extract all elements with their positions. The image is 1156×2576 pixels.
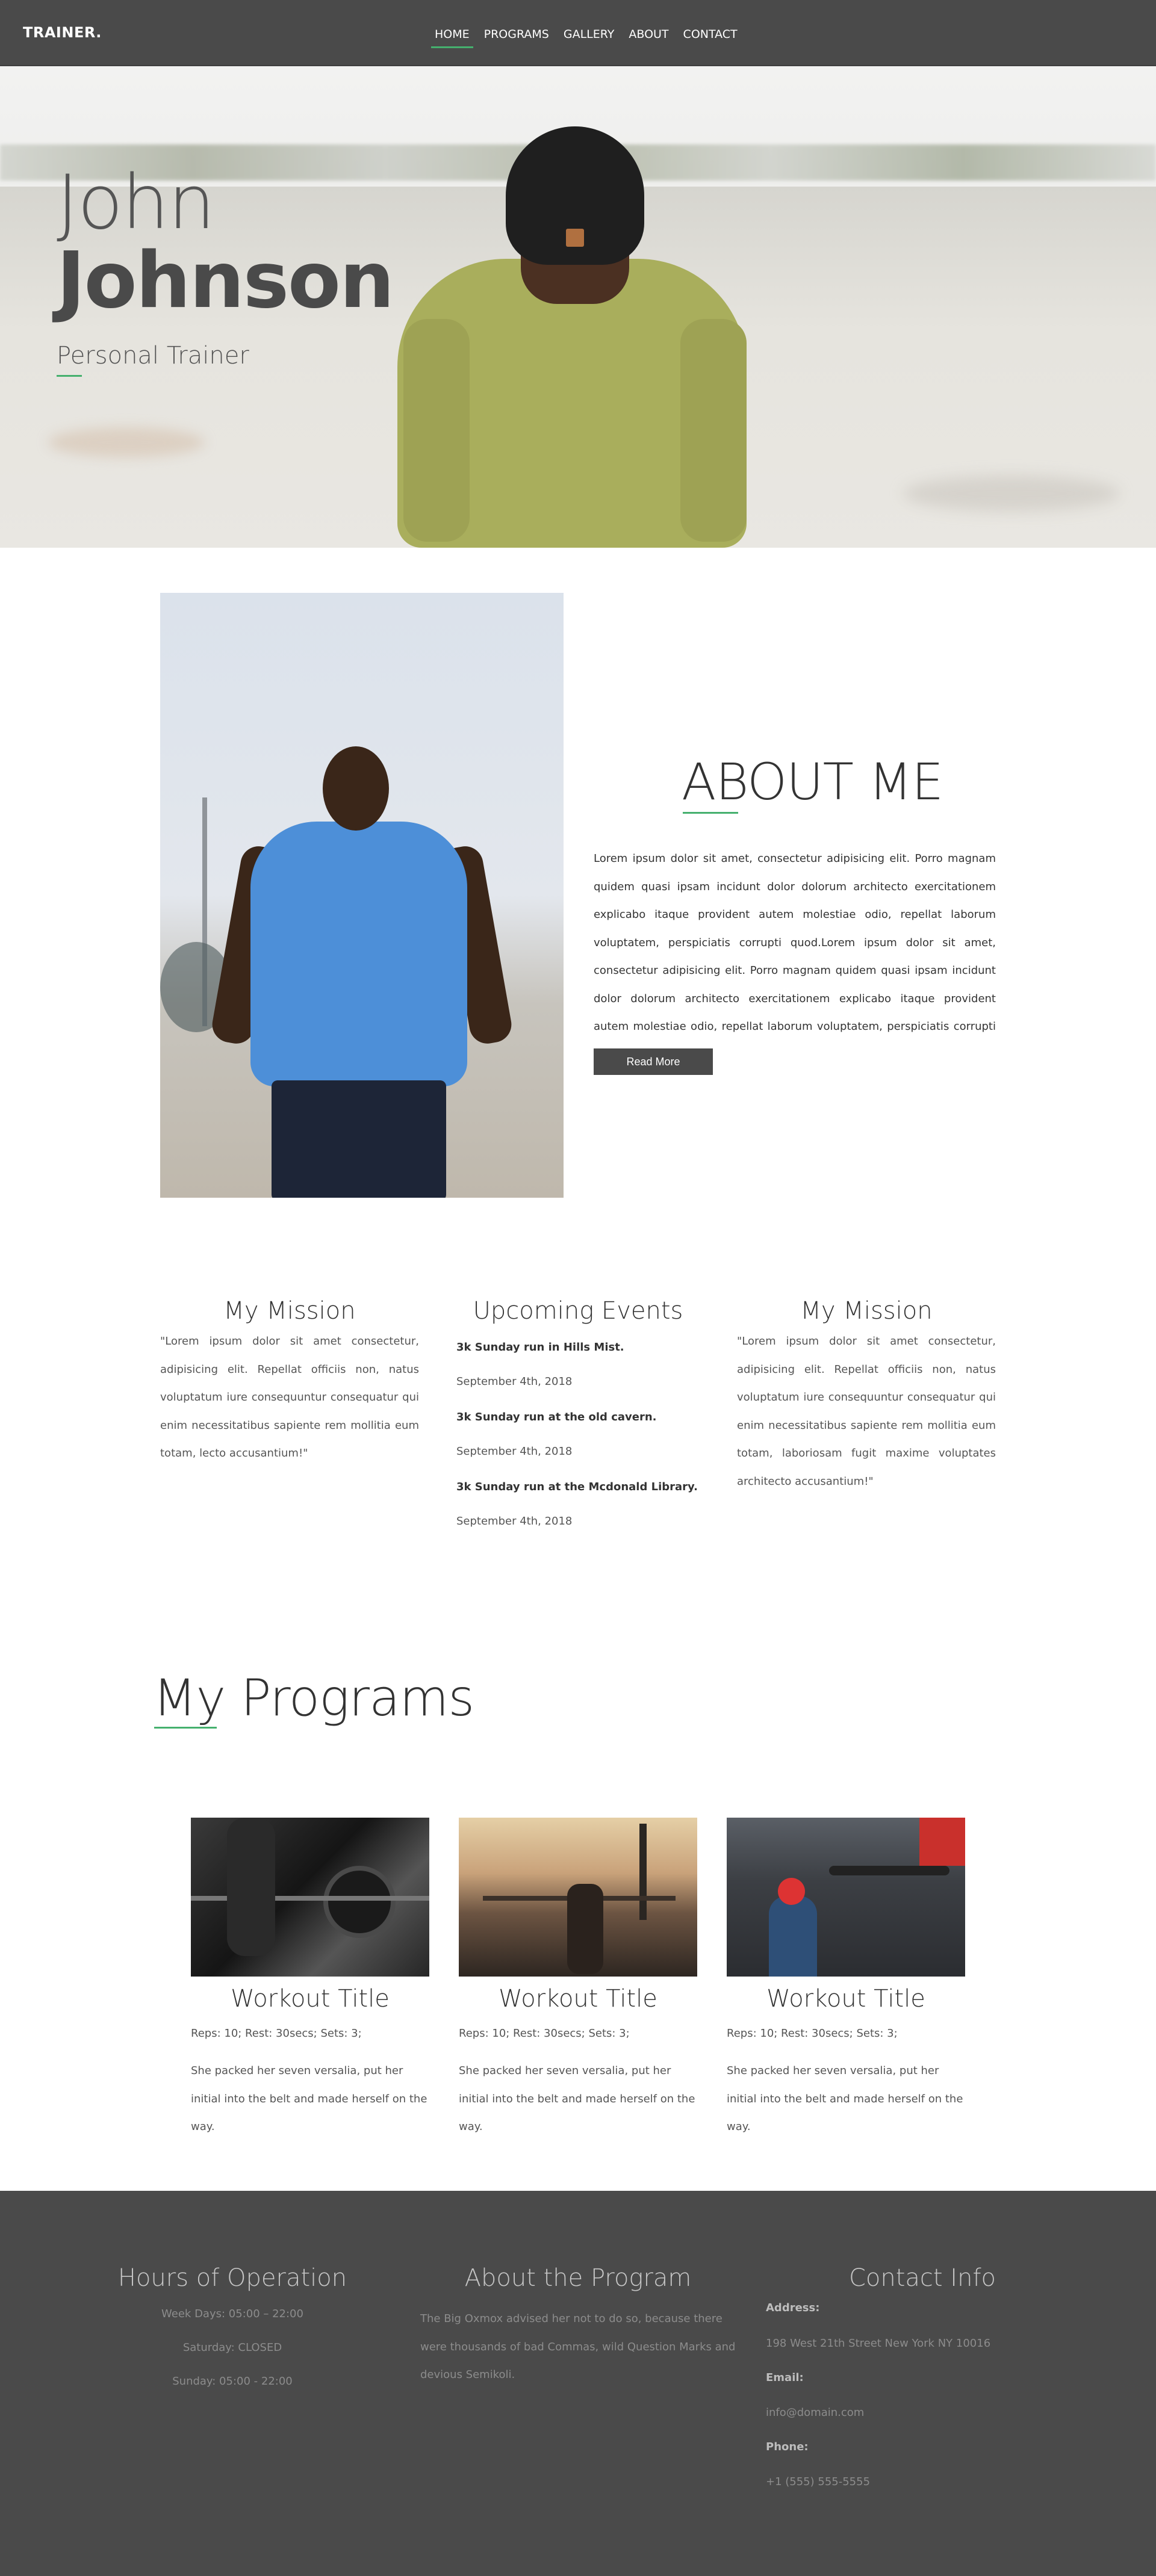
- program-image-weightlifting: [191, 1818, 429, 1977]
- barbell: [829, 1866, 949, 1875]
- brand-logo[interactable]: TRAINER.: [23, 24, 102, 41]
- nav-gallery[interactable]: GALLERY: [564, 28, 615, 41]
- footer-program-text: The Big Oxmox advised her not to do so, …: [420, 2312, 736, 2381]
- event-date: September 4th, 2018: [456, 1445, 573, 1458]
- barbell-plate: [323, 1866, 396, 1938]
- nav-programs[interactable]: PROGRAMS: [484, 28, 549, 41]
- program-meta: Reps: 10; Rest: 30secs; Sets: 3;: [459, 2027, 630, 2040]
- person-shirt: [250, 822, 467, 1086]
- trainer-arm: [680, 319, 747, 542]
- events-title: Upcoming Events: [473, 1297, 683, 1325]
- mission-right-text: "Lorem ipsum dolor sit amet consectetur,…: [737, 1335, 996, 1488]
- event-item: 3k Sunday run at the old cavern. Septemb…: [456, 1410, 709, 1459]
- event-item: 3k Sunday run at the Mcdonald Library. S…: [456, 1480, 709, 1529]
- hero-first-name: John: [57, 159, 216, 246]
- program-image-outdoor-gym: [459, 1818, 697, 1977]
- footer-address-label: Address:: [766, 2302, 820, 2314]
- athlete-silhouette: [567, 1884, 603, 1974]
- trainer-arm: [403, 319, 470, 542]
- event-date: September 4th, 2018: [456, 1515, 573, 1528]
- hero-role: Personal Trainer: [57, 342, 249, 377]
- mission-left-title: My Mission: [223, 1297, 356, 1325]
- footer-hours-saturday: Saturday: CLOSED: [182, 2341, 282, 2354]
- programs-title: My Programs: [153, 1668, 474, 1729]
- read-more-button[interactable]: Read More: [594, 1048, 713, 1075]
- hero-trainer-image: [385, 102, 759, 548]
- person-head: [323, 746, 389, 831]
- program-image-group-class: [727, 1818, 965, 1977]
- ground-stain: [48, 427, 205, 457]
- wall-banner: [919, 1818, 965, 1866]
- hero-banner: John Johnson Personal Trainer: [0, 66, 1156, 548]
- athlete-shirt: [769, 1896, 817, 1977]
- footer-hours-sunday: Sunday: 05:00 - 22:00: [172, 2375, 293, 2388]
- event-title[interactable]: 3k Sunday run at the old cavern.: [456, 1410, 709, 1425]
- athlete-cap: [778, 1878, 805, 1905]
- program-title[interactable]: Workout Title: [191, 1985, 429, 2013]
- event-item: 3k Sunday run in Hills Mist. September 4…: [456, 1340, 709, 1389]
- nav-contact[interactable]: CONTACT: [683, 28, 738, 41]
- mission-right-title: My Mission: [800, 1297, 933, 1325]
- footer-email[interactable]: info@domain.com: [766, 2406, 864, 2419]
- mission-left-text: "Lorem ipsum dolor sit amet consectetur,…: [160, 1335, 419, 1460]
- footer-email-label: Email:: [766, 2371, 804, 2384]
- trainer-beanie: [506, 126, 644, 265]
- program-desc: She packed her seven versalia, put her i…: [727, 2064, 963, 2133]
- event-date: September 4th, 2018: [456, 1375, 573, 1388]
- about-title: ABOUT ME: [682, 752, 943, 814]
- ground-stain: [903, 475, 1120, 512]
- top-navbar: TRAINER. HOME PROGRAMS GALLERY ABOUT CON…: [0, 0, 1156, 66]
- footer-hours-weekdays: Week Days: 05:00 – 22:00: [161, 2308, 303, 2320]
- nav-home[interactable]: HOME: [431, 28, 473, 48]
- footer-contact-title: Contact Info: [848, 2264, 996, 2292]
- footer-program-title: About the Program: [464, 2264, 692, 2292]
- footer-phone[interactable]: +1 (555) 555-5555: [766, 2475, 870, 2488]
- nav-about[interactable]: ABOUT: [629, 28, 668, 41]
- palm-tree: [639, 1824, 647, 1920]
- program-desc: She packed her seven versalia, put her i…: [459, 2064, 695, 2133]
- program-desc: She packed her seven versalia, put her i…: [191, 2064, 427, 2133]
- event-title[interactable]: 3k Sunday run in Hills Mist.: [456, 1340, 709, 1355]
- footer-address: 198 West 21th Street New York NY 10016: [766, 2337, 991, 2350]
- program-meta: Reps: 10; Rest: 30secs; Sets: 3;: [191, 2027, 362, 2040]
- hero-last-name: Johnson: [57, 236, 394, 326]
- about-photo: [160, 593, 564, 1198]
- program-meta: Reps: 10; Rest: 30secs; Sets: 3;: [727, 2027, 898, 2040]
- event-title[interactable]: 3k Sunday run at the Mcdonald Library.: [456, 1480, 709, 1494]
- about-text: Lorem ipsum dolor sit amet, consectetur …: [594, 852, 996, 1061]
- footer-phone-label: Phone:: [766, 2441, 809, 2453]
- athlete-leg: [227, 1818, 275, 1956]
- main-nav: HOME PROGRAMS GALLERY ABOUT CONTACT: [431, 28, 752, 48]
- person-shorts: [272, 1080, 446, 1198]
- footer: Hours of Operation Week Days: 05:00 – 22…: [0, 2191, 1156, 2576]
- program-title[interactable]: Workout Title: [727, 1985, 965, 2013]
- footer-hours-title: Hours of Operation: [117, 2264, 347, 2292]
- program-title[interactable]: Workout Title: [459, 1985, 697, 2013]
